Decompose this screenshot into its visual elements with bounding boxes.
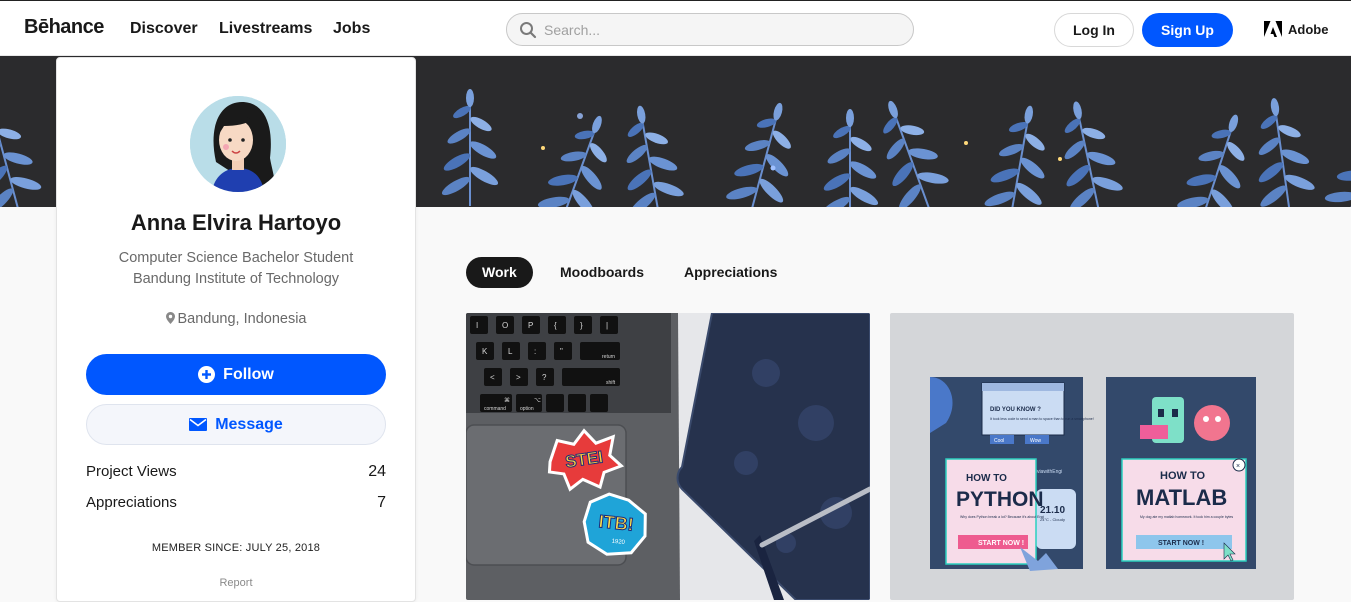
- key-label: }: [580, 321, 583, 330]
- python-title-small: HOW TO: [966, 473, 1007, 484]
- avatar-illustration: [190, 96, 286, 192]
- tab-moodboards[interactable]: Moodboards: [544, 257, 660, 288]
- key-label: command: [484, 406, 506, 412]
- key-label: <: [490, 373, 495, 382]
- project-thumbnail-posters: DID YOU KNOW ? It took less code to send…: [890, 313, 1294, 600]
- stat-value: 24: [368, 463, 386, 480]
- login-button[interactable]: Log In: [1054, 13, 1134, 47]
- envelope-icon: [189, 418, 208, 431]
- profile-card: Anna Elvira Hartoyo Computer Science Bac…: [56, 57, 416, 602]
- python-popup-heading: DID YOU KNOW ?: [990, 407, 1041, 413]
- key-label: O: [502, 321, 508, 330]
- matlab-title-small: HOW TO: [1160, 470, 1205, 482]
- follow-button[interactable]: Follow: [86, 354, 386, 395]
- stat-value: 7: [377, 494, 386, 511]
- stat-appreciations: Appreciations 7: [86, 494, 386, 512]
- follow-label: Follow: [223, 365, 274, 383]
- report-link[interactable]: Report: [57, 577, 415, 589]
- adobe-logo-icon: [1264, 21, 1282, 37]
- tab-appreciations[interactable]: Appreciations: [668, 257, 793, 288]
- project-card-laptop-stickers[interactable]: I O P { } | K L : " return < > ? shift ⌘…: [466, 313, 870, 600]
- occupation-line-1: Computer Science Bachelor Student: [118, 250, 354, 266]
- python-title-big: PYTHON: [956, 488, 1044, 511]
- stat-label: Project Views: [86, 463, 177, 480]
- key-label: shift: [606, 380, 616, 386]
- profile-location[interactable]: Bandung, Indonesia: [57, 311, 415, 327]
- key-label: {: [554, 321, 557, 330]
- stat-label: Appreciations: [86, 494, 177, 511]
- key-label: ⌥: [534, 398, 541, 404]
- behance-logo[interactable]: Bēhance: [24, 16, 104, 39]
- nav-livestreams[interactable]: Livestreams: [219, 20, 312, 38]
- signup-button[interactable]: Sign Up: [1142, 13, 1233, 47]
- top-navigation: Bēhance Discover Livestreams Jobs Search…: [0, 0, 1351, 56]
- location-label: Bandung, Indonesia: [177, 311, 307, 327]
- nav-jobs[interactable]: Jobs: [333, 20, 370, 38]
- key-label: :: [534, 347, 536, 356]
- python-start-button: START NOW !: [978, 540, 1024, 547]
- key-label: P: [528, 321, 533, 330]
- search-icon: [520, 22, 537, 39]
- profile-occupation: Computer Science Bachelor Student Bandun…: [57, 248, 415, 290]
- key-label: I: [476, 321, 478, 330]
- occupation-line-2: Bandung Institute of Technology: [132, 271, 340, 287]
- location-pin-icon: [165, 312, 175, 324]
- key-label: return: [602, 354, 615, 360]
- key-label: ": [560, 347, 563, 356]
- plus-circle-icon: [198, 366, 216, 383]
- adobe-label: Adobe: [1288, 21, 1329, 37]
- stat-project-views: Project Views 24: [86, 463, 386, 481]
- tab-work[interactable]: Work: [466, 257, 533, 288]
- project-thumbnail-laptop: I O P { } | K L : " return < > ? shift ⌘…: [466, 313, 870, 600]
- message-label: Message: [215, 415, 283, 433]
- key-label: ?: [542, 373, 547, 382]
- message-button[interactable]: Message: [86, 404, 386, 445]
- search-placeholder: Search...: [544, 22, 601, 38]
- key-label: |: [606, 321, 608, 330]
- python-popup-btn-wow: Wow: [1030, 438, 1041, 444]
- matlab-start-button: START NOW !: [1158, 540, 1204, 547]
- python-caption: Why does Python break a lot? Because it'…: [960, 515, 1044, 519]
- python-popup-btn-cool: Cool: [994, 438, 1004, 444]
- nav-discover[interactable]: Discover: [130, 20, 198, 38]
- project-card-how-to-posters[interactable]: DID YOU KNOW ? It took less code to send…: [890, 313, 1294, 600]
- key-label: L: [508, 347, 513, 356]
- matlab-title-big: MATLAB: [1136, 485, 1227, 510]
- key-label: ⌘: [504, 397, 510, 404]
- key-label: option: [520, 406, 534, 412]
- key-label: K: [482, 347, 488, 356]
- python-popup-text: It took less code to send a man to space…: [990, 417, 1094, 421]
- key-label: >: [516, 373, 521, 382]
- matlab-close-icon: ×: [1236, 463, 1240, 470]
- sticker-itb-text: ITB!: [598, 511, 635, 535]
- profile-name: Anna Elvira Hartoyo: [130, 210, 342, 235]
- avatar[interactable]: [190, 96, 286, 192]
- search-input[interactable]: Search...: [506, 13, 914, 46]
- adobe-link[interactable]: Adobe: [1264, 20, 1328, 38]
- matlab-caption: My dog ate my matlab homework. It took h…: [1140, 515, 1233, 519]
- member-since: MEMBER SINCE: JULY 25, 2018: [151, 542, 321, 554]
